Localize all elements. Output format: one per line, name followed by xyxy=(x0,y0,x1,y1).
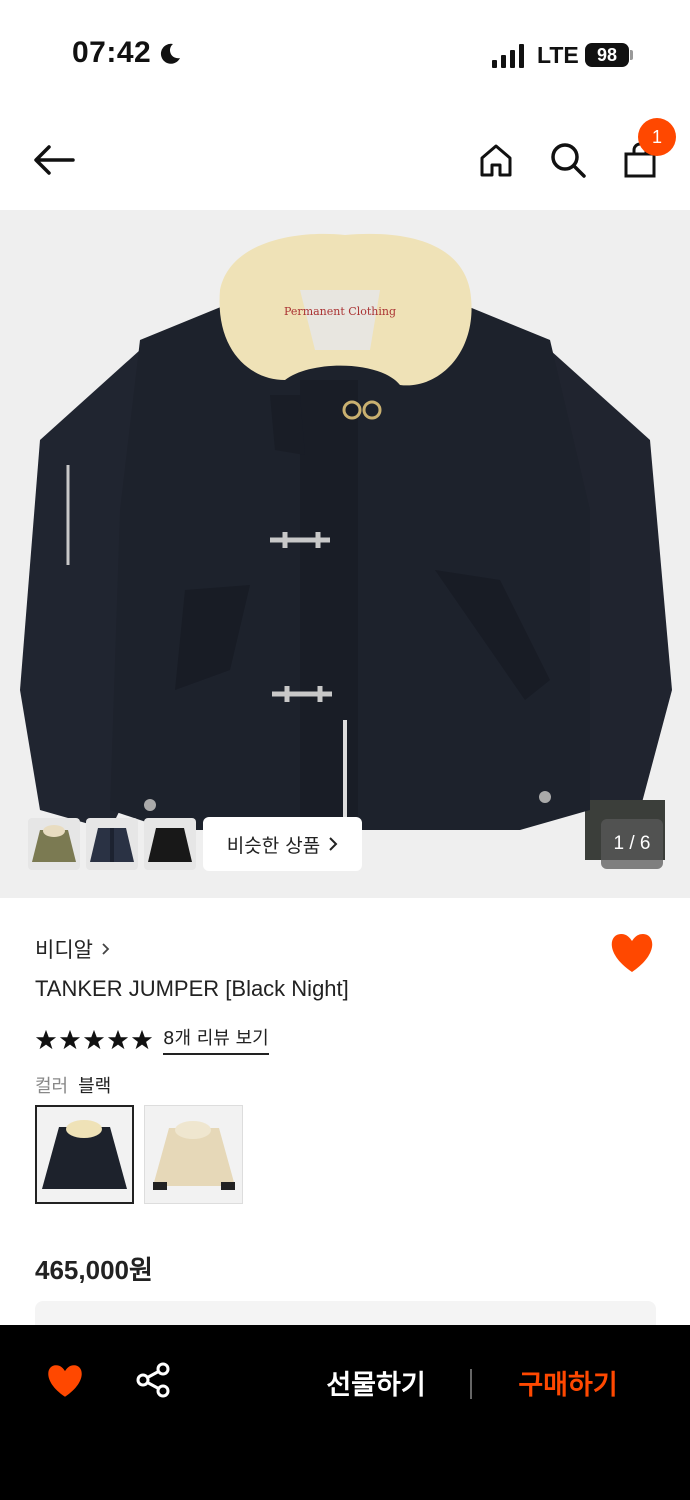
star-icon xyxy=(35,1029,57,1049)
signal-icon xyxy=(492,44,524,68)
jacket-thumbnail xyxy=(32,825,76,862)
star-icon xyxy=(83,1029,105,1049)
color-swatch-black[interactable] xyxy=(35,1105,134,1204)
svg-text:Permanent Clothing: Permanent Clothing xyxy=(284,305,396,318)
similar-products-label: 비슷한 상품 xyxy=(226,834,321,857)
color-swatch-beige[interactable] xyxy=(144,1105,243,1204)
search-icon xyxy=(551,143,586,178)
buy-button[interactable]: 구매하기 xyxy=(500,1363,636,1402)
network-label: LTE xyxy=(537,42,579,68)
jacket-thumbnail xyxy=(148,828,192,862)
home-icon xyxy=(480,144,512,177)
brand-link[interactable]: 비디알 xyxy=(35,934,110,964)
brand-name: 비디알 xyxy=(35,938,93,962)
image-counter: 1 / 6 xyxy=(601,819,663,869)
jacket-photo: Permanent Clothing xyxy=(20,233,672,860)
star-rating xyxy=(35,1029,153,1051)
bottom-action-bar: 선물하기 구매하기 xyxy=(0,1325,690,1500)
product-image-gallery[interactable]: Permanent Clothing xyxy=(0,210,690,898)
similar-thumb-2[interactable] xyxy=(86,818,138,870)
product-price: 465,000원 xyxy=(35,1255,153,1285)
rating-row: 8개 리뷰 보기 xyxy=(35,1024,269,1055)
review-link[interactable]: 8개 리뷰 보기 xyxy=(163,1024,269,1055)
status-time: 07:42 xyxy=(72,36,152,69)
back-button[interactable] xyxy=(32,138,76,182)
heart-icon[interactable] xyxy=(609,932,655,974)
heart-icon[interactable] xyxy=(46,1363,84,1399)
chevron-right-icon xyxy=(329,837,338,851)
status-bar: 07:42 LTE 98 xyxy=(0,0,690,110)
battery-indicator: 98 xyxy=(585,43,629,67)
jacket-thumbnail xyxy=(90,828,134,862)
color-swatches xyxy=(35,1105,243,1204)
star-icon xyxy=(107,1029,129,1049)
star-icon xyxy=(131,1029,153,1049)
product-title: TANKER JUMPER [Black Night] xyxy=(35,976,349,1001)
similar-thumb-3[interactable] xyxy=(144,818,196,870)
similar-products-button[interactable]: 비슷한 상품 xyxy=(203,817,362,871)
arrow-left-icon xyxy=(34,145,75,175)
jacket-thumbnail xyxy=(37,1107,132,1202)
chevron-right-icon xyxy=(102,943,110,955)
similar-thumb-1[interactable] xyxy=(28,818,80,870)
gift-button[interactable]: 선물하기 xyxy=(306,1363,446,1402)
color-row: 컬러 블랙 xyxy=(35,1072,111,1098)
star-icon xyxy=(59,1029,81,1049)
share-icon[interactable] xyxy=(134,1361,172,1399)
jacket-thumbnail xyxy=(145,1106,242,1203)
color-label: 컬러 xyxy=(35,1076,69,1097)
similar-thumbnails xyxy=(28,818,196,870)
battery-nub xyxy=(630,50,633,60)
home-button[interactable] xyxy=(474,138,518,182)
moon-icon xyxy=(160,43,180,64)
cart-count-badge: 1 xyxy=(638,118,676,156)
divider xyxy=(470,1369,472,1399)
app-header xyxy=(0,110,690,210)
search-button[interactable] xyxy=(546,138,590,182)
color-value: 블랙 xyxy=(78,1076,112,1097)
